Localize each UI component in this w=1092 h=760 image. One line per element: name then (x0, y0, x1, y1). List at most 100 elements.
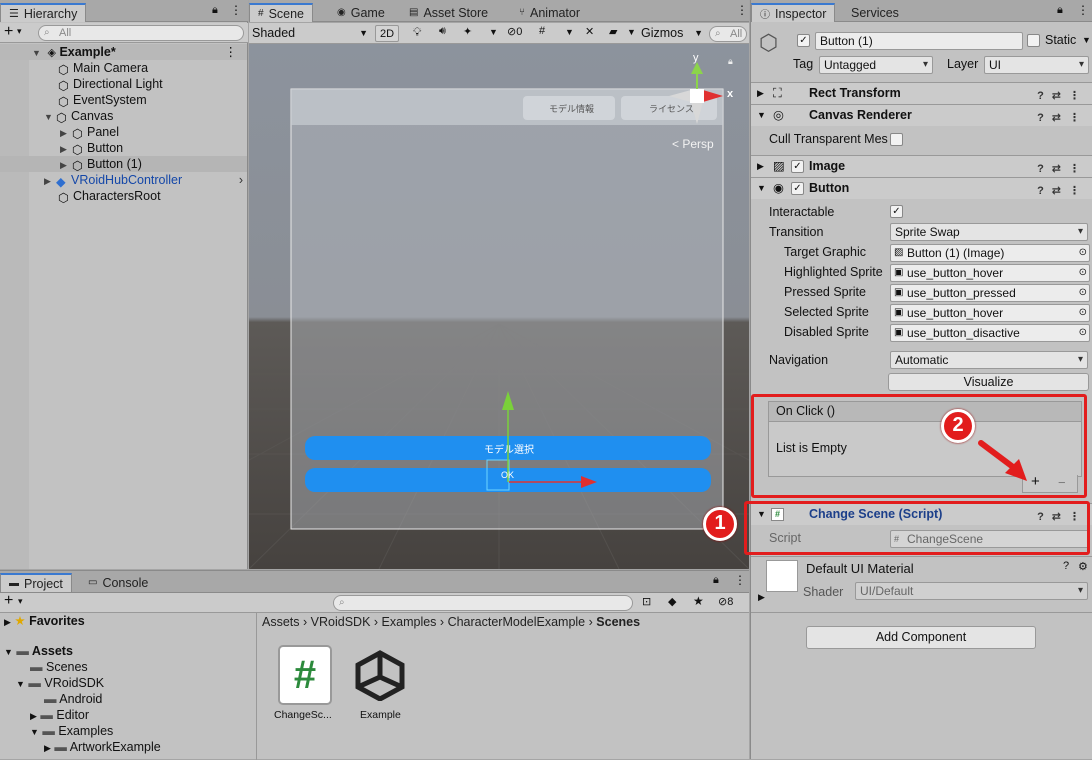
filter-type-icon[interactable]: ⊡ (642, 595, 651, 608)
interactable-checkbox[interactable]: ✓ (890, 205, 903, 218)
collapse-arrow-icon[interactable]: ▶ (60, 157, 72, 173)
hierarchy-item-canvas[interactable]: ▼ ⬡ Canvas (0, 108, 247, 125)
navigation-dropdown[interactable]: Automatic (890, 351, 1088, 369)
hierarchy-item-vroidhubcontroller[interactable]: ▶ ◆ VRoidHubController › (0, 172, 247, 189)
tree-item-artworkexample[interactable]: ▶ ▬ ArtworkExample (44, 740, 161, 754)
tree-item-editor[interactable]: ▶ ▬ Editor (30, 708, 89, 722)
collapse-arrow-icon[interactable]: ▶ (60, 125, 72, 141)
component-canvas-renderer[interactable]: ▼ ◎ Canvas Renderer ?⇄⋮ (751, 104, 1092, 126)
expand-arrow-icon[interactable]: ▼ (16, 679, 25, 689)
object-picker-icon[interactable]: ⊙ (1079, 285, 1087, 301)
hierarchy-item-panel[interactable]: ▶ ⬡ Panel (0, 124, 247, 141)
project-search-input[interactable]: ⌕ (333, 595, 633, 611)
hierarchy-item-button-1[interactable]: ▶ ⬡ Button (1) (0, 156, 247, 173)
expand-arrow-icon[interactable]: ▼ (4, 647, 13, 657)
hierarchy-item-eventsystem[interactable]: ⬡ EventSystem (0, 92, 247, 109)
component-header-buttons[interactable]: ?⇄⋮ (1037, 108, 1088, 129)
dropdown-arrow-icon[interactable]: ▼ (627, 27, 636, 37)
more-menu-icon[interactable]: ⋮ (736, 3, 748, 17)
favorite-star-icon[interactable]: ★ (693, 594, 704, 608)
tab-asset-store[interactable]: ▤ Asset Store (401, 3, 496, 22)
tab-animator[interactable]: ⑂ Animator (511, 3, 588, 22)
tab-services[interactable]: Services (843, 3, 907, 22)
add-component-button[interactable]: Add Component (806, 626, 1036, 649)
collapse-arrow-icon[interactable]: ▶ (44, 173, 56, 189)
hierarchy-search-input[interactable]: ⌕ All (38, 25, 244, 41)
collapse-arrow-icon[interactable]: ▶ (60, 141, 72, 157)
visualize-button[interactable]: Visualize (888, 373, 1089, 391)
scene-viewport[interactable] (249, 44, 749, 569)
collapse-arrow-icon[interactable]: ▶ (4, 617, 11, 627)
grid-snap-icon[interactable]: # (539, 25, 545, 37)
component-header-buttons[interactable]: ?⇄⋮ (1037, 181, 1088, 202)
hidden-objects-icon[interactable]: ⊘0 (507, 25, 522, 38)
material-help-icon[interactable]: ? (1063, 560, 1069, 572)
filter-label-icon[interactable]: ◆ (668, 595, 676, 608)
asset-item-example[interactable]: Example (350, 643, 410, 723)
disabled-sprite-field[interactable]: ▣ use_button_disactive ⊙ (890, 324, 1090, 342)
lock-icon[interactable]: 🔒︎ (713, 574, 719, 587)
more-menu-icon[interactable]: ⋮ (734, 573, 746, 587)
tab-hierarchy[interactable]: ☰ Hierarchy (0, 3, 87, 22)
dropdown-arrow-icon[interactable]: ▾ (17, 26, 22, 37)
expand-arrow-icon[interactable]: ▼ (757, 105, 766, 126)
breadcrumb-current[interactable]: Scenes (596, 615, 640, 629)
collapse-arrow-icon[interactable]: ▶ (757, 83, 764, 104)
collapse-arrow-icon[interactable]: ▶ (757, 156, 764, 177)
chevron-right-icon[interactable]: › (239, 172, 243, 188)
object-name-field[interactable]: Button (1) (815, 32, 1023, 50)
pressed-sprite-field[interactable]: ▣ use_button_pressed ⊙ (890, 284, 1090, 302)
more-menu-icon[interactable]: ⋮ (225, 44, 238, 60)
lock-icon[interactable]: 🔒︎ (1057, 4, 1063, 17)
add-button[interactable]: + (4, 592, 13, 610)
hierarchy-item-directional-light[interactable]: ⬡ Directional Light (0, 76, 247, 93)
hierarchy-item-button[interactable]: ▶ ⬡ Button (0, 140, 247, 157)
hidden-packages-icon[interactable]: ⊘8 (718, 595, 733, 608)
object-picker-icon[interactable]: ⊙ (1079, 325, 1087, 341)
persp-label[interactable]: < Persp (672, 137, 714, 151)
tree-item-android[interactable]: ▬ Android (44, 692, 102, 706)
gizmos-dropdown[interactable]: Gizmos ▼ (641, 25, 705, 42)
component-image[interactable]: ▶ ▨ ✓ Image ?⇄⋮ (751, 155, 1092, 177)
cull-transparent-checkbox[interactable] (890, 133, 903, 146)
expand-arrow-icon[interactable]: ▼ (30, 727, 39, 737)
more-menu-icon[interactable]: ⋮ (1077, 3, 1089, 17)
image-enabled-checkbox[interactable]: ✓ (791, 160, 804, 173)
effects-toggle-icon[interactable]: ✦ (463, 25, 472, 38)
add-button[interactable]: + (4, 23, 13, 41)
breadcrumb-item[interactable]: VRoidSDK (311, 615, 371, 629)
object-picker-icon[interactable]: ⊙ (1079, 305, 1087, 321)
tab-inspector[interactable]: ⓘ Inspector (751, 3, 836, 22)
breadcrumb-item[interactable]: CharacterModelExample (448, 615, 586, 629)
more-menu-icon[interactable]: ⋮ (230, 3, 242, 17)
tab-console[interactable]: ▭ Console (80, 573, 156, 592)
collapse-arrow-icon[interactable]: ▶ (44, 743, 51, 753)
dropdown-arrow-icon[interactable]: ▼ (489, 27, 498, 37)
lock-icon[interactable]: 🔒︎ (212, 4, 218, 17)
collapse-arrow-icon[interactable]: ▶ (30, 711, 37, 721)
expand-arrow-icon[interactable]: ▼ (757, 178, 766, 199)
button-enabled-checkbox[interactable]: ✓ (791, 182, 804, 195)
tree-item-scenes[interactable]: ▬ Scenes (30, 660, 88, 674)
expand-arrow-icon[interactable]: ▼ (32, 45, 44, 61)
object-picker-icon[interactable]: ⊙ (1079, 245, 1087, 261)
tag-dropdown[interactable]: Untagged (819, 56, 933, 74)
hierarchy-item-main-camera[interactable]: ⬡ Main Camera (0, 60, 247, 77)
layer-dropdown[interactable]: UI (984, 56, 1089, 74)
breadcrumb-item[interactable]: Assets (262, 615, 300, 629)
active-checkbox[interactable]: ✓ (797, 34, 810, 47)
scene-search-input[interactable]: ⌕ All (709, 26, 747, 42)
component-button[interactable]: ▼ ◉ ✓ Button ?⇄⋮ (751, 177, 1092, 199)
tab-game[interactable]: ◉ Game (329, 3, 393, 22)
tree-item-examples[interactable]: ▼ ▬ Examples (30, 724, 113, 738)
lock-icon[interactable]: 🔒︎ (728, 56, 733, 67)
tools-icon[interactable]: ✕ (585, 25, 594, 38)
breadcrumb-item[interactable]: Examples (382, 615, 437, 629)
tree-item-assets[interactable]: ▼ ▬ Assets (4, 644, 73, 658)
object-picker-icon[interactable]: ⊙ (1079, 265, 1087, 281)
selected-sprite-field[interactable]: ▣ use_button_hover ⊙ (890, 304, 1090, 322)
dropdown-arrow-icon[interactable]: ▾ (18, 596, 23, 607)
lighting-toggle-icon[interactable]: 💡︎ (413, 25, 421, 40)
tab-project[interactable]: ▬ Project (0, 573, 72, 592)
tab-scene[interactable]: # Scene (249, 3, 314, 22)
